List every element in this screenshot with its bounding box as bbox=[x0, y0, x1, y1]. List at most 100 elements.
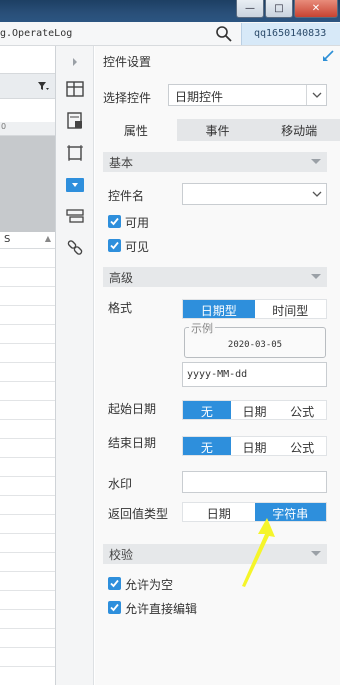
collapse-icon bbox=[311, 551, 321, 556]
end-option-date[interactable]: 日期 bbox=[231, 437, 279, 455]
collapse-icon bbox=[311, 274, 321, 279]
allow-direct-edit-checkbox[interactable] bbox=[108, 601, 121, 614]
template-tab-label[interactable]: g.OperateLog bbox=[0, 28, 72, 39]
allow-direct-edit-label: 允许直接编辑 bbox=[125, 602, 198, 616]
format-option-time[interactable]: 时间型 bbox=[255, 300, 327, 318]
table-row[interactable] bbox=[0, 610, 55, 629]
table-row[interactable] bbox=[0, 534, 55, 553]
search-icon[interactable] bbox=[215, 25, 233, 43]
start-option-none[interactable]: 无 bbox=[183, 401, 231, 419]
allow-empty-label: 允许为空 bbox=[125, 578, 174, 592]
table-row[interactable] bbox=[0, 477, 55, 496]
panel-title: 控件设置 bbox=[103, 55, 152, 69]
format-toggle: 日期型 时间型 bbox=[182, 299, 327, 319]
format-label: 格式 bbox=[108, 301, 133, 315]
format-example-box: 示例 2020-03-05 bbox=[184, 320, 326, 358]
example-value: 2020-03-05 bbox=[227, 340, 283, 350]
table-row[interactable] bbox=[0, 287, 55, 306]
table-row[interactable] bbox=[0, 363, 55, 382]
collapse-arrow-icon[interactable] bbox=[65, 52, 85, 72]
pin-icon[interactable] bbox=[322, 50, 334, 66]
section-advanced[interactable]: 高级 bbox=[103, 267, 327, 287]
end-date-toggle: 无 日期 公式 bbox=[182, 436, 327, 456]
window-controls: — □ ✕ bbox=[236, 0, 338, 18]
condition-attributes-icon[interactable] bbox=[65, 206, 85, 226]
table-row[interactable] bbox=[0, 667, 55, 685]
table-row[interactable] bbox=[0, 591, 55, 610]
start-date-toggle: 无 日期 公式 bbox=[182, 400, 327, 420]
visible-label: 可见 bbox=[125, 240, 150, 254]
format-option-date[interactable]: 日期型 bbox=[183, 300, 255, 318]
end-date-label: 结束日期 bbox=[108, 436, 157, 450]
column-header-label: S bbox=[4, 234, 11, 245]
tab-events[interactable]: 事件 bbox=[177, 119, 259, 141]
minimize-button[interactable]: — bbox=[236, 0, 264, 18]
tab-properties[interactable]: 属性 bbox=[95, 119, 177, 141]
select-widget-label: 选择控件 bbox=[103, 91, 152, 105]
left-toolbar bbox=[0, 73, 55, 99]
widget-settings-panel: 控件设置 选择控件 日期控件 属性 事件 移动端 基本 控件名 可用 可见 高级 bbox=[95, 46, 340, 685]
tab-mobile[interactable]: 移动端 bbox=[258, 119, 340, 141]
user-account[interactable]: qq1650140833 bbox=[241, 23, 340, 45]
widget-type-value: 日期控件 bbox=[175, 90, 224, 104]
settings-icon-strip bbox=[56, 46, 94, 685]
table-row[interactable] bbox=[0, 648, 55, 667]
column-header[interactable]: S ▲ bbox=[0, 232, 55, 249]
table-row[interactable] bbox=[0, 325, 55, 344]
example-legend: 示例 bbox=[189, 320, 215, 336]
return-type-label: 返回值类型 bbox=[108, 507, 169, 521]
ruler: 0 bbox=[0, 122, 55, 136]
left-pane: 0 S ▲ bbox=[0, 46, 56, 685]
cell-attributes-icon[interactable] bbox=[65, 79, 85, 99]
table-row[interactable] bbox=[0, 439, 55, 458]
widget-settings-icon[interactable] bbox=[65, 175, 85, 195]
watermark-input[interactable] bbox=[182, 471, 327, 493]
visible-checkbox[interactable] bbox=[108, 239, 121, 252]
table-row[interactable] bbox=[0, 629, 55, 648]
date-pattern-input[interactable]: yyyy-MM-dd bbox=[182, 362, 327, 387]
settings-tabs: 属性 事件 移动端 bbox=[95, 119, 340, 141]
end-option-none[interactable]: 无 bbox=[183, 437, 231, 455]
section-basic-title: 基本 bbox=[109, 156, 134, 170]
table-row[interactable] bbox=[0, 344, 55, 363]
section-validation[interactable]: 校验 bbox=[103, 544, 327, 564]
table-row[interactable] bbox=[0, 572, 55, 591]
table-row[interactable] bbox=[0, 306, 55, 325]
date-pattern-value: yyyy-MM-dd bbox=[187, 369, 248, 380]
start-option-formula[interactable]: 公式 bbox=[278, 401, 326, 419]
chevron-down-icon bbox=[306, 85, 326, 105]
widget-type-select[interactable]: 日期控件 bbox=[168, 84, 327, 106]
maximize-button[interactable]: □ bbox=[265, 0, 293, 18]
table-row[interactable] bbox=[0, 515, 55, 534]
widget-name-input[interactable] bbox=[182, 183, 327, 205]
top-bar: g.OperateLog qq1650140833 bbox=[0, 22, 340, 46]
end-option-formula[interactable]: 公式 bbox=[278, 437, 326, 455]
table-row[interactable] bbox=[0, 401, 55, 420]
title-bar: — □ ✕ bbox=[0, 0, 340, 22]
data-grid: S ▲ bbox=[0, 232, 55, 685]
filter-icon[interactable] bbox=[37, 80, 49, 95]
close-button[interactable]: ✕ bbox=[294, 0, 338, 18]
table-row[interactable] bbox=[0, 496, 55, 515]
table-row[interactable] bbox=[0, 553, 55, 572]
frame-icon[interactable] bbox=[65, 143, 85, 163]
table-row[interactable] bbox=[0, 268, 55, 287]
widget-name-label: 控件名 bbox=[108, 189, 145, 203]
enabled-label: 可用 bbox=[125, 216, 150, 230]
chevron-down-icon[interactable] bbox=[308, 184, 326, 204]
table-row[interactable] bbox=[0, 458, 55, 477]
start-option-date[interactable]: 日期 bbox=[231, 401, 279, 419]
enabled-checkbox[interactable] bbox=[108, 215, 121, 228]
table-row[interactable] bbox=[0, 420, 55, 439]
start-date-label: 起始日期 bbox=[108, 402, 157, 416]
scroll-up-icon[interactable]: ▲ bbox=[45, 234, 51, 243]
hyperlink-icon[interactable] bbox=[65, 238, 85, 258]
canvas-area bbox=[0, 136, 55, 232]
section-advanced-title: 高级 bbox=[109, 271, 134, 285]
cell-element-icon[interactable] bbox=[65, 111, 85, 131]
allow-empty-checkbox[interactable] bbox=[108, 577, 121, 590]
table-row[interactable] bbox=[0, 249, 55, 268]
section-basic[interactable]: 基本 bbox=[103, 152, 327, 172]
table-row[interactable] bbox=[0, 382, 55, 401]
section-validation-title: 校验 bbox=[109, 548, 134, 562]
